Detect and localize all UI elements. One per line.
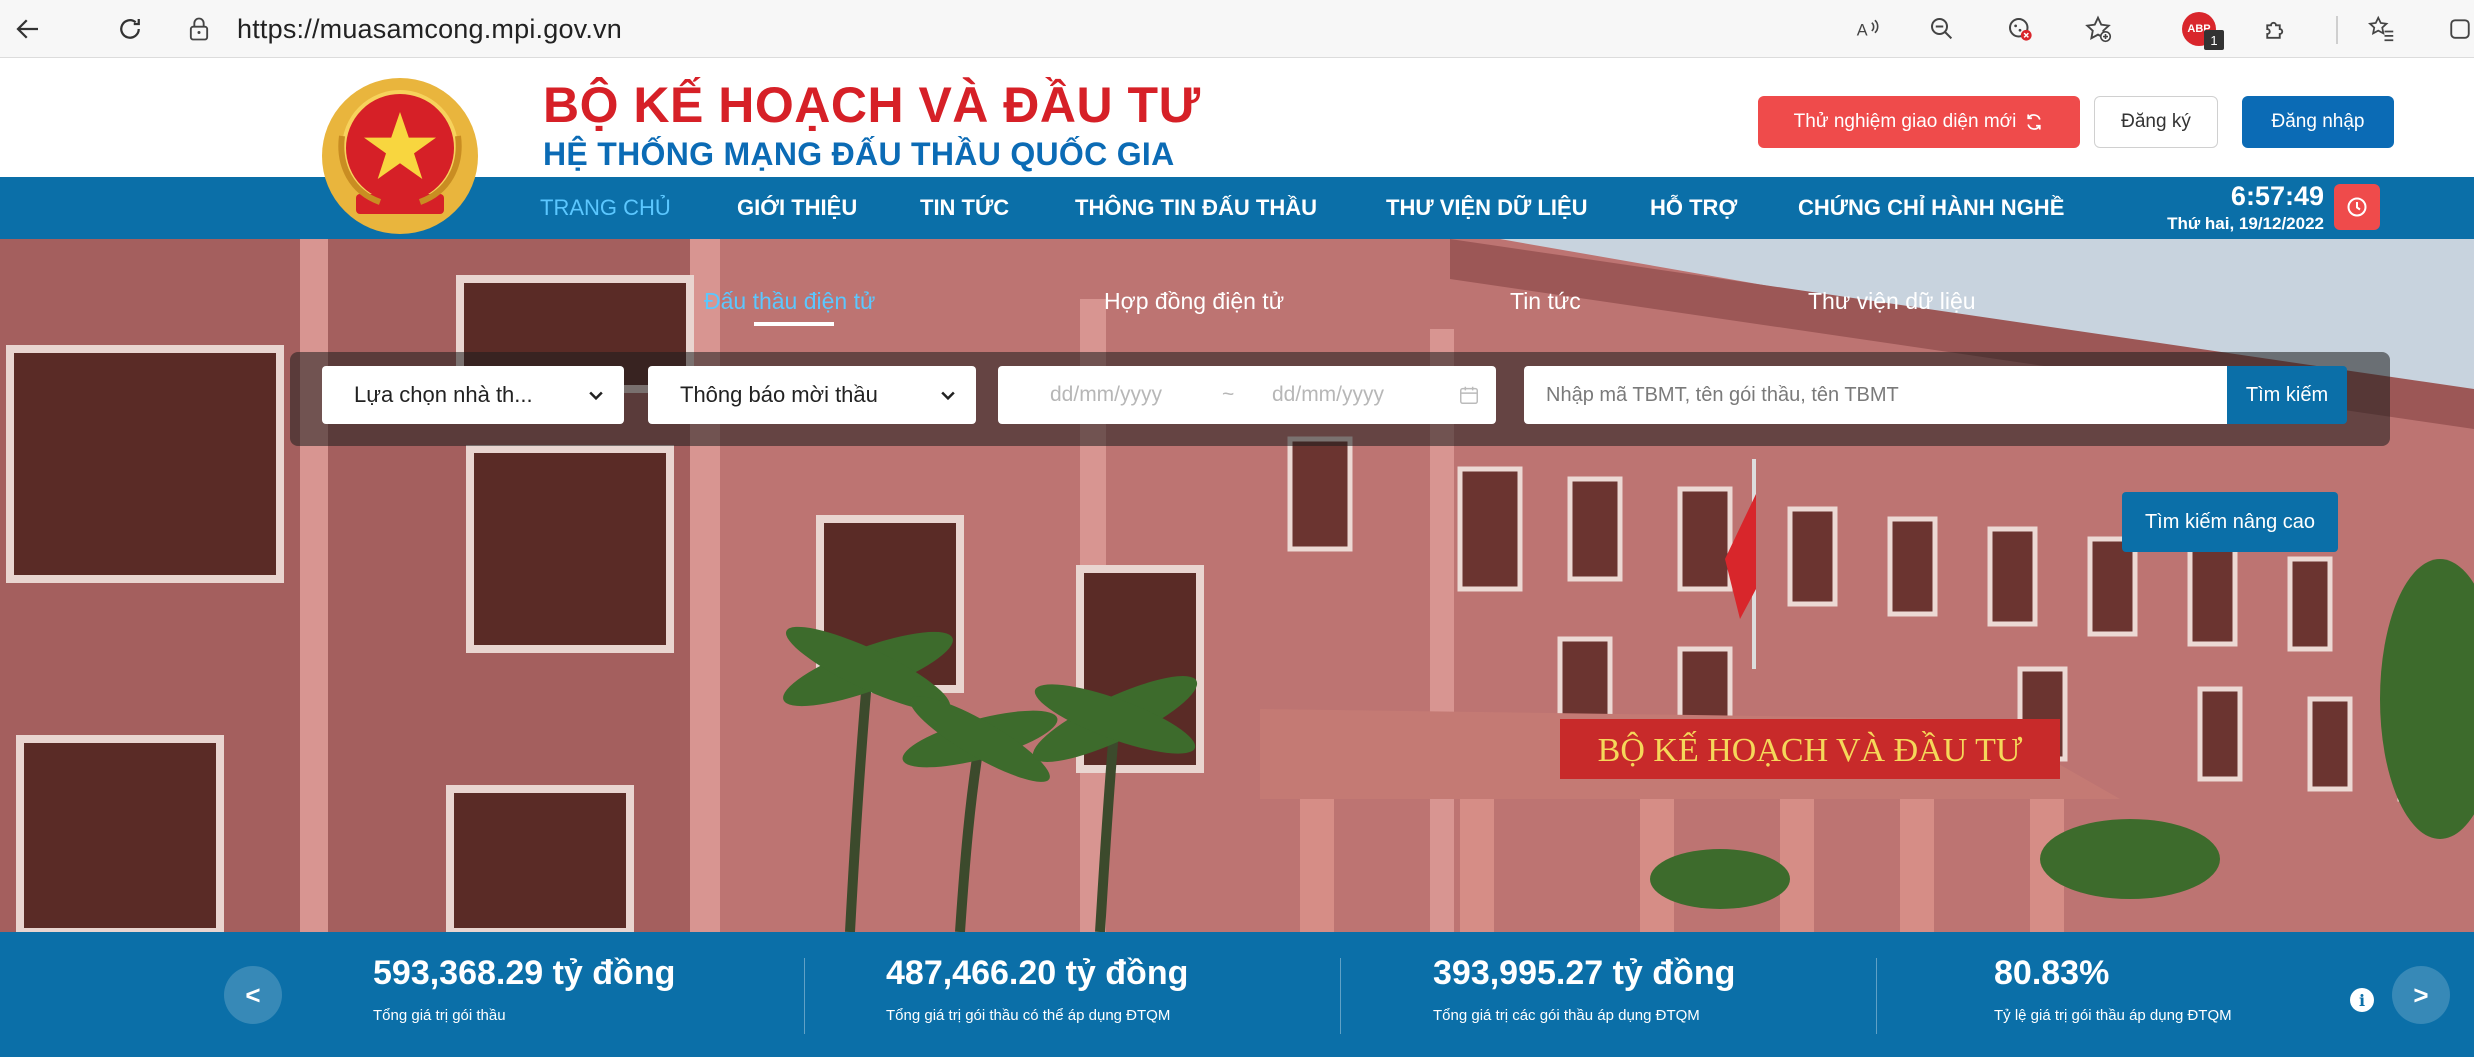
clock-button[interactable] [2334,184,2380,230]
stat-eligible-package-value: 487,466.20 tỷ đồng Tổng giá trị gói thầu… [886,954,1188,1024]
nav-item-home[interactable]: TRANG CHỦ [540,177,671,239]
stat-applied-ratio: 80.83% Tỷ lệ giá trị gói thầu áp dụng ĐT… [1994,954,2232,1024]
favorites-list-icon[interactable] [2362,9,2402,49]
date-from-field[interactable]: dd/mm/yyyy [1050,383,1162,407]
nav-item-procurement-info[interactable]: THÔNG TIN ĐẤU THẦU [1075,177,1317,239]
chevron-down-icon [941,391,955,401]
zoom-out-icon[interactable] [1922,9,1962,49]
stats-prev-button[interactable]: < [224,966,282,1024]
stat-value: 80.83% [1994,954,2110,992]
lock-icon [189,17,209,41]
toolbar-divider [2336,16,2338,44]
clock-display: 6:57:49 Thứ hai, 19/12/2022 [2167,181,2324,234]
refresh-icon [2027,114,2042,130]
date-range-separator: ~ [1222,383,1235,406]
clock-time: 6:57:49 [2230,181,2324,211]
date-range-picker[interactable]: dd/mm/yyyy ~ dd/mm/yyyy [998,366,1496,424]
calendar-icon[interactable] [1458,384,1480,406]
ministry-title: BỘ KẾ HOẠCH VÀ ĐẦU TƯ [543,77,1201,133]
national-emblem-logo[interactable] [320,76,480,236]
clock-icon [2347,197,2367,217]
search-button[interactable]: Tìm kiếm [2227,366,2347,424]
tracking-prevention-icon[interactable] [2000,9,2040,49]
notice-type-value: Thông báo mời thầu [680,382,878,407]
nav-item-practice-certificate[interactable]: CHỨNG CHỈ HÀNH NGHỀ [1798,177,2064,239]
tab-e-contract[interactable]: Hợp đồng điện tử [1104,288,1284,315]
stats-next-button[interactable]: > [2392,966,2450,1024]
keyword-search-input[interactable] [1524,366,2227,424]
register-button[interactable]: Đăng ký [2094,96,2218,148]
login-button[interactable]: Đăng nhập [2242,96,2394,148]
notice-type-dropdown[interactable]: Thông báo mời thầu [648,366,976,424]
stat-divider [804,958,805,1034]
date-to-field[interactable]: dd/mm/yyyy [1272,383,1384,407]
collections-icon[interactable] [2440,9,2474,49]
refresh-icon[interactable] [110,9,150,49]
nav-item-support[interactable]: HỖ TRỢ [1650,177,1737,239]
tab-e-procurement[interactable]: Đấu thầu điện tử [704,288,875,315]
adblock-count-badge: 1 [2204,30,2224,50]
stat-value: 593,368.29 tỷ đồng [373,954,676,992]
nav-item-news[interactable]: TIN TỨC [920,177,1009,239]
url-text: https://muasamcong.mpi.gov.vn [237,13,622,44]
stat-label: Tổng giá trị gói thầu [373,1007,506,1024]
ministry-sign-text: BỘ KẾ HOẠCH VÀ ĐẦU TƯ [1598,731,2023,769]
selection-type-value: Lựa chọn nhà th... [354,382,533,407]
ministry-building-photo: BỘ KẾ HOẠCH VÀ ĐẦU TƯ [0,239,2474,932]
stat-label: Tỷ lệ giá trị gói thầu áp dụng ĐTQM [1994,1007,2232,1024]
advanced-search-button[interactable]: Tìm kiếm nâng cao [2122,492,2338,552]
active-tab-indicator [754,322,834,326]
address-bar[interactable]: https://muasamcong.mpi.gov.vn [185,6,1565,52]
stat-divider [1340,958,1341,1034]
stat-total-package-value: 593,368.29 tỷ đồng Tổng giá trị gói thầu [373,954,675,1024]
add-favorite-icon[interactable] [2078,9,2118,49]
stat-applied-package-value: 393,995.27 tỷ đồng Tổng giá trị các gói … [1433,954,1735,1024]
read-aloud-icon[interactable]: A [1848,9,1888,49]
info-icon[interactable]: i [2350,988,2374,1012]
nav-item-about[interactable]: GIỚI THIỆU [737,177,857,239]
browser-toolbar: https://muasamcong.mpi.gov.vn A ABP 1 [0,0,2474,58]
try-new-ui-button[interactable]: Thử nghiệm giao diện mới [1758,96,2080,148]
nav-item-data-library[interactable]: THƯ VIỆN DỮ LIỆU [1386,177,1588,239]
system-subtitle: HỆ THỐNG MẠNG ĐẤU THẦU QUỐC GIA [543,136,1175,172]
extensions-puzzle-icon[interactable] [2256,9,2296,49]
hero-banner: BỘ KẾ HOẠCH VÀ ĐẦU TƯ [0,239,2474,932]
stat-label: Tổng giá trị gói thầu có thể áp dụng ĐTQ… [886,1007,1171,1024]
selection-type-dropdown[interactable]: Lựa chọn nhà th... [322,366,624,424]
tab-data-library[interactable]: Thư viện dữ liệu [1808,288,1976,315]
stat-value: 487,466.20 tỷ đồng [886,954,1189,992]
tab-news[interactable]: Tin tức [1510,288,1581,315]
back-arrow-icon[interactable] [8,9,48,49]
stat-value: 393,995.27 tỷ đồng [1433,954,1736,992]
svg-text:A: A [1857,21,1868,39]
chevron-down-icon [589,391,603,401]
stat-label: Tổng giá trị các gói thầu áp dụng ĐTQM [1433,1007,1700,1024]
stat-divider [1876,958,1877,1034]
clock-date: Thứ hai, 19/12/2022 [2167,214,2324,233]
try-new-ui-label: Thử nghiệm giao diện mới [1793,111,2017,132]
